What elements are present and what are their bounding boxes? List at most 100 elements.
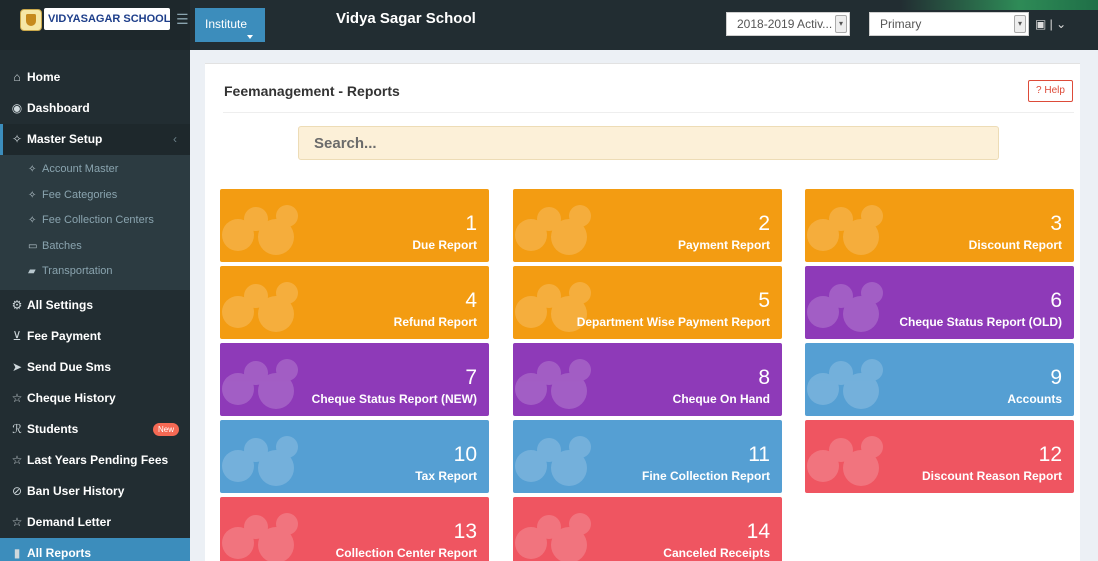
report-tile-label: Cheque Status Report (OLD) (899, 315, 1062, 329)
sidebar-subitem-fee-collection-centers[interactable]: ✧ Fee Collection Centers (0, 208, 190, 234)
report-tile-number: 13 (453, 520, 477, 543)
reports-panel: Feemanagement - Reports ? Help 1 Due Repo… (205, 63, 1080, 561)
users-icon (220, 355, 300, 415)
main-content: Feemanagement - Reports ? Help 1 Due Repo… (190, 50, 1098, 561)
sidebar-item-label: Demand Letter (27, 514, 112, 529)
report-tile-label: Discount Reason Report (921, 469, 1062, 483)
sidebar-subitem-label: Transportation (42, 265, 113, 278)
sidebar-item-demand-letter[interactable]: ☆ Demand Letter (0, 507, 190, 538)
users-icon (513, 201, 593, 261)
report-tile[interactable]: 11 Fine Collection Report (513, 420, 782, 493)
report-tile-number: 12 (1038, 443, 1062, 466)
users-icon (805, 355, 885, 415)
sidebar-item-all-reports[interactable]: ▮ All Reports (0, 537, 190, 561)
sidebar-item-ban-user-history[interactable]: ⊘ Ban User History (0, 476, 190, 507)
truck-icon: ▰ (28, 266, 36, 278)
report-tile[interactable]: 12 Discount Reason Report (805, 420, 1074, 493)
question-icon: ? (1036, 85, 1042, 96)
sidebar-item-all-settings[interactable]: ⚙ All Settings (0, 290, 190, 321)
help-button[interactable]: ? Help (1028, 80, 1073, 102)
report-tile-number: 4 (465, 289, 477, 312)
brand-area[interactable]: VIDYASAGAR SCHOOL ☰ (0, 0, 190, 50)
report-tile-label: Payment Report (677, 238, 770, 252)
report-tile-number: 2 (758, 212, 770, 235)
report-tile-label: Refund Report (393, 315, 477, 329)
sidebar-subitem-transportation[interactable]: ▰ Transportation (0, 259, 190, 285)
users-icon (513, 432, 593, 492)
page-title: Feemanagement - Reports (224, 83, 400, 99)
report-tile-label: Accounts (1007, 392, 1062, 406)
report-tile[interactable]: 13 Collection Center Report (220, 497, 489, 561)
sidebar-item-label: Students (27, 421, 79, 436)
brand-name: VIDYASAGAR SCHOOL (44, 8, 170, 30)
report-tile[interactable]: 2 Payment Report (513, 189, 782, 262)
caret-down-icon (247, 35, 253, 39)
users-icon (805, 432, 885, 492)
ban-icon: ⊘ (11, 483, 23, 498)
report-tile-label: Collection Center Report (335, 546, 477, 560)
report-tile-number: 7 (465, 366, 477, 389)
sidebar-item-label: All Settings (27, 297, 94, 312)
users-icon (220, 509, 300, 561)
gear-icon: ⚙ (11, 297, 23, 312)
sidebar-subitem-fee-categories[interactable]: ✧ Fee Categories (0, 183, 190, 209)
sidebar-item-fee-payment[interactable]: ⊻ Fee Payment (0, 321, 190, 352)
search-input[interactable] (298, 126, 999, 160)
sidebar-item-label: Home (27, 70, 61, 84)
sidebar: ⌂ Home ◉ Dashboard ✧ Master Setup ‹ ✧ Ac… (0, 50, 190, 561)
new-badge: New (153, 422, 180, 436)
report-tile[interactable]: 5 Department Wise Payment Report (513, 266, 782, 339)
session-select[interactable]: 2018-2019 Activ... ▾ (726, 12, 850, 36)
report-tile[interactable]: 14 Canceled Receipts (513, 497, 782, 561)
sidebar-item-label: Master Setup (27, 132, 103, 146)
sidebar-item-send-due-sms[interactable]: ➤ Send Due Sms (0, 352, 190, 383)
report-tile[interactable]: 7 Cheque Status Report (NEW) (220, 343, 489, 416)
sidebar-item-last-years-pending-fees[interactable]: ☆ Last Years Pending Fees (0, 445, 190, 476)
sidebar-subitem-batches[interactable]: ▭ Batches (0, 234, 190, 260)
report-tile[interactable]: 10 Tax Report (220, 420, 489, 493)
decorative-swoosh (900, 0, 1098, 10)
hamburger-icon[interactable]: ☰ (176, 12, 190, 26)
sidebar-item-dashboard[interactable]: ◉ Dashboard (0, 93, 190, 124)
report-tile[interactable]: 1 Due Report (220, 189, 489, 262)
users-icon (220, 201, 300, 261)
report-tile[interactable]: 8 Cheque On Hand (513, 343, 782, 416)
report-tile[interactable]: 6 Cheque Status Report (OLD) (805, 266, 1074, 339)
sidebar-item-label: Send Due Sms (27, 359, 112, 374)
user-icon: ▣ | ⌄ (1035, 17, 1067, 31)
report-tile-label: Discount Report (968, 238, 1062, 252)
top-navbar: VIDYASAGAR SCHOOL ☰ Institute Vidya Saga… (0, 0, 1098, 50)
report-tile-label: Cheque Status Report (NEW) (311, 392, 477, 406)
reports-icon: ▮ (13, 545, 21, 560)
report-tile-number: 6 (1050, 289, 1062, 312)
report-tile[interactable]: 4 Refund Report (220, 266, 489, 339)
user-menu[interactable]: ▣ | ⌄ (1035, 13, 1085, 35)
sidebar-subitem-label: Batches (42, 239, 82, 252)
students-icon: ℛ (12, 421, 22, 436)
sidebar-item-label: All Reports (27, 545, 92, 560)
dashboard-icon: ◉ (11, 101, 23, 115)
handshake-icon: ✧ (28, 189, 37, 201)
sidebar-item-cheque-history[interactable]: ☆ Cheque History (0, 383, 190, 414)
sidebar-subitem-account-master[interactable]: ✧ Account Master (0, 157, 190, 183)
section-select[interactable]: Primary ▾ (869, 12, 1029, 36)
sidebar-item-students[interactable]: ℛ Students New (0, 414, 190, 445)
report-tile-label: Canceled Receipts (663, 546, 770, 560)
report-tile[interactable]: 3 Discount Report (805, 189, 1074, 262)
report-tile-number: 9 (1050, 366, 1062, 389)
cart-icon: ⊻ (12, 328, 22, 343)
report-tile[interactable]: 9 Accounts (805, 343, 1074, 416)
star-icon: ☆ (11, 390, 23, 405)
users-icon (805, 278, 885, 338)
star-icon: ☆ (11, 514, 23, 529)
chevron-down-icon: ▾ (1014, 15, 1026, 33)
sidebar-subitem-label: Fee Categories (42, 188, 118, 201)
report-tile-label: Department Wise Payment Report (576, 315, 770, 329)
sidebar-item-label: Ban User History (27, 483, 125, 498)
institute-tab[interactable]: Institute (195, 8, 265, 42)
sidebar-item-master-setup[interactable]: ✧ Master Setup ‹ (0, 124, 190, 155)
handshake-icon: ✧ (28, 215, 37, 227)
sidebar-item-home[interactable]: ⌂ Home (0, 62, 190, 93)
users-icon (513, 278, 593, 338)
calendar-icon: ▭ (28, 240, 38, 252)
